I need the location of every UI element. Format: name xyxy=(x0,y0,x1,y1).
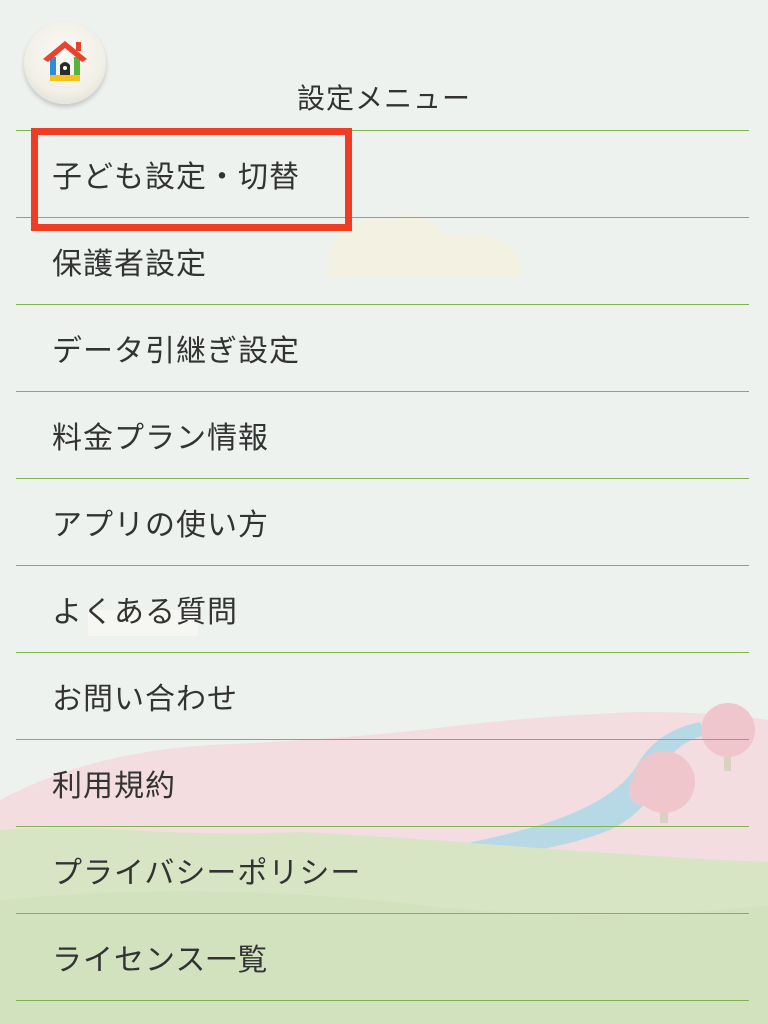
page-title: 設定メニュー xyxy=(296,82,471,115)
menu-item-how-to-use[interactable]: アプリの使い方 xyxy=(16,479,749,566)
menu-item-contact[interactable]: お問い合わせ xyxy=(16,653,749,740)
menu-item-terms-of-use[interactable]: 利用規約 xyxy=(16,740,749,827)
menu-item-faq[interactable]: よくある質問 xyxy=(16,566,749,653)
menu-item-data-transfer-settings[interactable]: データ引継ぎ設定 xyxy=(16,305,749,392)
menu-item-child-settings[interactable]: 子ども設定・切替 xyxy=(16,131,749,218)
menu-item-license-list[interactable]: ライセンス一覧 xyxy=(16,914,749,1001)
menu-item-pricing-plan-info[interactable]: 料金プラン情報 xyxy=(16,392,749,479)
menu-item-privacy-policy[interactable]: プライバシーポリシー xyxy=(16,827,749,914)
menu-item-guardian-settings[interactable]: 保護者設定 xyxy=(16,218,749,305)
settings-menu: 子ども設定・切替 保護者設定 データ引継ぎ設定 料金プラン情報 アプリの使い方 … xyxy=(16,130,749,1001)
